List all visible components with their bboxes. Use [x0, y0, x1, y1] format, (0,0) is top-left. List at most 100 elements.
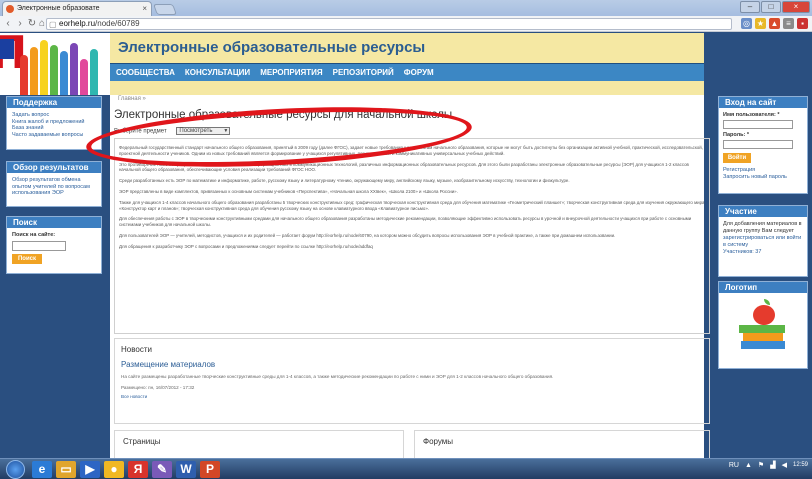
- window-controls: – □ ×: [740, 1, 810, 14]
- new-password-link[interactable]: Запросить новый пароль: [723, 174, 803, 181]
- folder-icon[interactable]: ▭: [56, 461, 76, 478]
- participation-title: Участие: [719, 206, 807, 217]
- news-block: Новости Размещение материалов На сайте р…: [114, 338, 710, 424]
- nav-item-forum[interactable]: ФОРУМ: [404, 64, 434, 81]
- register-login-link[interactable]: зарегистрироваться или войти в систему: [723, 235, 803, 249]
- apple-icon: [753, 305, 775, 325]
- review-link[interactable]: Обзор результатов обмена опытом учителей…: [12, 177, 96, 197]
- login-button[interactable]: Войти: [723, 153, 751, 163]
- start-button[interactable]: [6, 460, 25, 479]
- username-label: Имя пользователя: *: [723, 112, 780, 118]
- book-icon: [739, 325, 785, 333]
- web-page: п Электронные образовательные ресурсы СО…: [0, 33, 812, 458]
- browser-toolbar: ‹ › ↻ ⌂ ▢ eorhelp.ru/node/60789 ◎ ★ ▲ ≡ …: [0, 16, 812, 32]
- news-item-title[interactable]: Размещение материалов: [121, 360, 703, 369]
- review-title: Обзор результатов: [7, 162, 101, 173]
- yandex-icon[interactable]: Я: [128, 461, 148, 478]
- browser-extensions: ◎ ★ ▲ ≡ ▪: [741, 18, 808, 29]
- close-tab-icon[interactable]: ×: [142, 2, 147, 15]
- favicon-icon: [6, 5, 14, 13]
- support-link[interactable]: Часто задаваемые вопросы: [12, 132, 96, 139]
- book-icon: [741, 341, 785, 349]
- nav-item-repository[interactable]: РЕПОЗИТОРИЙ: [333, 64, 394, 81]
- screenshot: Электронные образовате × – □ × ‹ › ↻ ⌂ ▢…: [0, 0, 812, 479]
- pencil-icon: [70, 43, 78, 95]
- extension-icon[interactable]: ◎: [741, 18, 752, 29]
- participation-text: Для добавления материалов в данную групп…: [723, 221, 802, 234]
- menu-icon[interactable]: ≡: [783, 18, 794, 29]
- flag-icon[interactable]: ⚑: [758, 461, 764, 469]
- logo-block: Логотип: [718, 281, 808, 369]
- star-icon[interactable]: ★: [755, 18, 766, 29]
- review-block: Обзор результатов Обзор результатов обме…: [6, 161, 102, 207]
- powerpoint-icon[interactable]: P: [200, 461, 220, 478]
- site-header: Электронные образовательные ресурсы СООБ…: [110, 33, 704, 95]
- username-field[interactable]: [723, 120, 793, 129]
- word-icon[interactable]: W: [176, 461, 196, 478]
- search-title: Поиск: [7, 217, 101, 228]
- pencil-icon: [60, 51, 68, 95]
- paragraph: Среди разработанных есть ЭОР по математи…: [119, 178, 570, 184]
- pencil-icon: [40, 40, 48, 95]
- all-news-link[interactable]: Все новости: [121, 394, 703, 399]
- pencil-icon: [90, 49, 98, 95]
- extension-icon[interactable]: ▪: [797, 18, 808, 29]
- close-window-icon[interactable]: ×: [782, 1, 810, 13]
- network-icon[interactable]: ▟: [770, 461, 775, 469]
- clock[interactable]: 12:59: [793, 461, 808, 469]
- browser-tab[interactable]: Электронные образовате ×: [2, 1, 152, 16]
- page-icon: ▢: [49, 20, 57, 29]
- pencil-icon: [30, 47, 38, 95]
- news-title: Новости: [121, 345, 152, 354]
- minimize-icon[interactable]: –: [740, 1, 760, 13]
- password-field[interactable]: [723, 140, 793, 149]
- paragraph: Также для учащихся 1-4 классов начальног…: [119, 199, 705, 211]
- pages-title: Страницы: [123, 437, 161, 446]
- participants-count[interactable]: Участников: 37: [723, 249, 803, 256]
- address-path: /node/60789: [95, 19, 140, 28]
- media-icon[interactable]: ▶: [80, 461, 100, 478]
- logo-title: Логотип: [719, 282, 807, 293]
- back-icon[interactable]: ‹: [2, 17, 14, 31]
- intro-text: Федеральный государственный стандарт нач…: [114, 138, 710, 334]
- paragraph: ЭОР представлены в виде комплектов, прив…: [119, 188, 458, 194]
- pages-block: Страницы: [114, 430, 404, 458]
- search-button[interactable]: Поиск: [12, 253, 42, 264]
- pencil-icon: [20, 55, 28, 95]
- register-link[interactable]: Регистрация: [723, 167, 803, 174]
- search-input[interactable]: [12, 240, 66, 251]
- support-title: Поддержка: [7, 97, 101, 108]
- pencil-icon: [50, 45, 58, 95]
- main-nav: СООБЩЕСТВА КОНСУЛЬТАЦИИ МЕРОПРИЯТИЯ РЕПО…: [110, 63, 704, 81]
- address-bar[interactable]: ▢ eorhelp.ru/node/60789: [46, 18, 732, 30]
- taskbar-apps: e ▭ ▶ ● Я ✎ W P: [32, 461, 220, 478]
- maximize-icon[interactable]: □: [761, 1, 781, 13]
- language-indicator[interactable]: RU: [729, 462, 739, 469]
- paragraph: Для обеспечения работы с ЭОР в творчески…: [119, 216, 692, 228]
- ie-icon[interactable]: e: [32, 461, 52, 478]
- extension-icon[interactable]: ▲: [769, 18, 780, 29]
- search-block: Поиск Поиск на сайте: Поиск: [6, 216, 102, 274]
- windows-taskbar: e ▭ ▶ ● Я ✎ W P RU ▲ ⚑ ▟ ◀ 12:59: [0, 458, 812, 479]
- tray-arrow-icon[interactable]: ▲: [745, 462, 752, 469]
- site-title[interactable]: Электронные образовательные ресурсы: [118, 39, 425, 56]
- logo-image: [719, 293, 807, 363]
- app-icon[interactable]: ✎: [152, 461, 172, 478]
- nav-item-consultations[interactable]: КОНСУЛЬТАЦИИ: [185, 64, 250, 81]
- breadcrumb[interactable]: Главная »: [118, 95, 146, 103]
- tab-title: Электронные образовате: [17, 5, 100, 12]
- volume-icon[interactable]: ◀: [782, 461, 787, 469]
- news-item-text: На сайте размещены разработанные творчес…: [121, 374, 554, 379]
- book-icon: [743, 333, 783, 341]
- participation-block: Участие Для добавления материалов в данн…: [718, 205, 808, 277]
- password-label: Пароль: *: [723, 132, 749, 138]
- nav-item-events[interactable]: МЕРОПРИЯТИЯ: [260, 64, 322, 81]
- search-label: Поиск на сайте:: [12, 232, 56, 238]
- app-icon[interactable]: ●: [104, 461, 124, 478]
- clock-time: 12:59: [792, 462, 808, 468]
- forums-block: Форумы: [414, 430, 710, 458]
- new-tab-button[interactable]: [152, 4, 178, 15]
- header-decoration: п: [0, 33, 118, 95]
- forward-icon[interactable]: ›: [14, 17, 26, 31]
- nav-item-communities[interactable]: СООБЩЕСТВА: [116, 64, 175, 81]
